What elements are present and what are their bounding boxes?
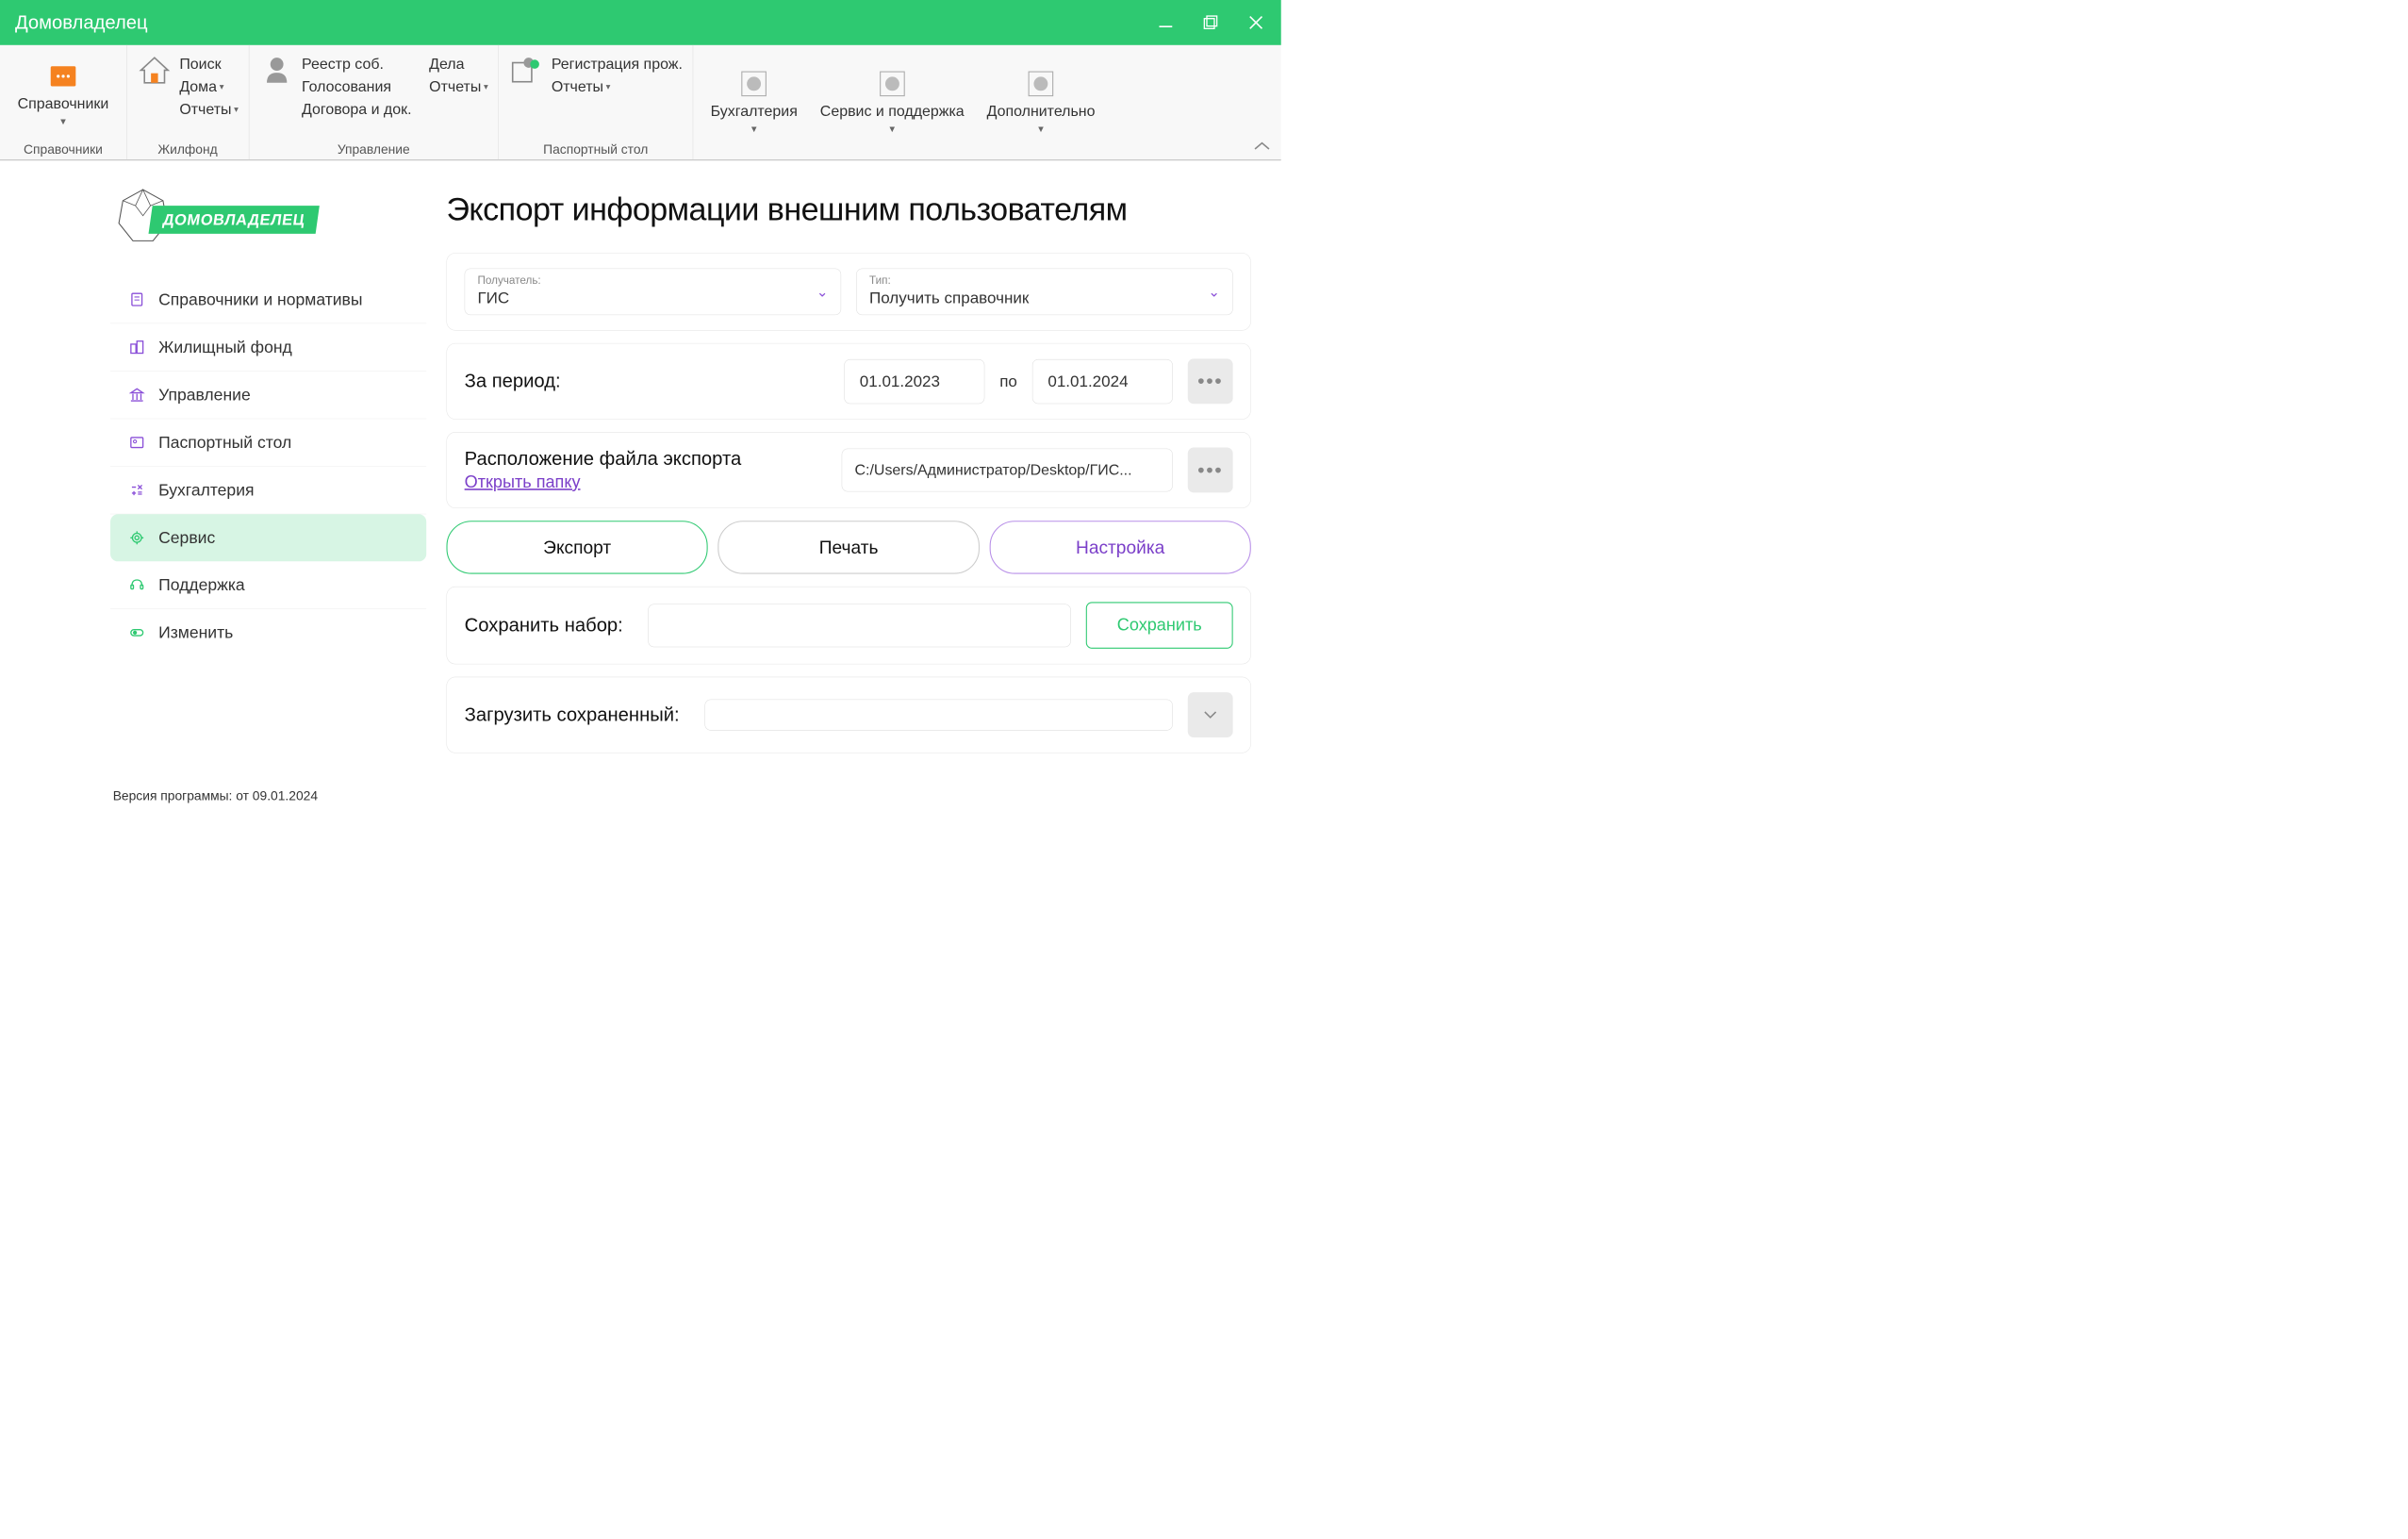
registration-link[interactable]: Регистрация прож.: [552, 54, 683, 74]
page-title: Экспорт информации внешним пользователям: [446, 190, 1250, 227]
maximize-button[interactable]: [1201, 12, 1221, 32]
sidebar-item-accounting[interactable]: Бухгалтерия: [110, 467, 426, 515]
location-more-button[interactable]: •••: [1188, 448, 1233, 493]
recipient-select[interactable]: Получатель: ГИС ⌄: [465, 269, 842, 315]
load-select-input[interactable]: [704, 700, 1173, 731]
sidebar-item-management[interactable]: Управление: [110, 372, 426, 420]
ribbon-group-extra: Бухгалтерия ▼ Сервис и поддержка ▼ Допол…: [693, 45, 1113, 159]
house-icon: [137, 56, 172, 86]
maximize-icon: [1202, 14, 1219, 31]
date-from-input[interactable]: [844, 359, 984, 404]
period-separator: по: [999, 372, 1017, 390]
save-card: Сохранить набор: Сохранить: [446, 587, 1250, 664]
load-card: Загрузить сохраненный:: [446, 677, 1250, 753]
buildings-icon: [128, 339, 146, 356]
chevron-up-icon: [1253, 140, 1271, 152]
registry-link[interactable]: Реестр соб.: [302, 54, 412, 74]
contracts-link[interactable]: Договора и док.: [302, 99, 412, 119]
placeholder-icon: [1023, 69, 1058, 99]
save-button[interactable]: Сохранить: [1086, 602, 1233, 648]
toggle-icon: [128, 623, 146, 641]
sidebar-item-housing[interactable]: Жилищный фонд: [110, 323, 426, 372]
id-card-icon: [128, 434, 146, 452]
sidebar-item-directories[interactable]: Справочники и нормативы: [110, 276, 426, 324]
sidebar-item-label: Паспортный стол: [158, 433, 291, 452]
passport-icon: [509, 56, 544, 86]
logo-text: ДОМОВЛАДЕЛЕЦ: [149, 206, 320, 234]
sidebar-item-label: Изменить: [158, 623, 233, 642]
titlebar: Домовладелец: [0, 0, 1281, 45]
person-icon: [259, 56, 294, 86]
sidebar-item-label: Бухгалтерия: [158, 481, 254, 500]
caret-icon: ▼: [58, 116, 67, 126]
reports-link-2[interactable]: Отчеты ▾: [429, 76, 488, 96]
minimize-icon: [1157, 14, 1174, 31]
action-row: Экспорт Печать Настройка: [446, 521, 1250, 573]
accounting-button[interactable]: Бухгалтерия ▼: [703, 50, 805, 153]
directories-button[interactable]: Справочники ▼: [10, 50, 117, 138]
placeholder-icon: [875, 69, 910, 99]
ribbon-collapse-button[interactable]: [1253, 140, 1271, 154]
sidebar-item-support[interactable]: Поддержка: [110, 561, 426, 609]
close-icon: [1247, 14, 1264, 31]
sidebar-item-passport[interactable]: Паспортный стол: [110, 419, 426, 467]
voting-link[interactable]: Голосования: [302, 76, 412, 96]
save-set-input[interactable]: [648, 604, 1070, 647]
ribbon-group-directories: Справочники ▼ Справочники: [0, 45, 126, 159]
app-title: Домовладелец: [15, 12, 148, 34]
period-label: За период:: [465, 371, 830, 392]
document-icon: [128, 290, 146, 308]
ribbon-group-housing: Поиск Дома ▾ Отчеты ▾ Жилфонд: [126, 45, 249, 159]
period-card: За период: по •••: [446, 343, 1250, 420]
load-label: Загрузить сохраненный:: [465, 704, 680, 726]
ribbon-group-passport: Регистрация прож. Отчеты ▾ Паспортный ст…: [499, 45, 693, 159]
settings-button[interactable]: Настройка: [989, 521, 1250, 573]
print-button[interactable]: Печать: [717, 521, 979, 573]
sidebar-item-service[interactable]: Сервис: [110, 514, 426, 561]
sidebar-item-label: Управление: [158, 386, 251, 405]
reports-link-3[interactable]: Отчеты ▾: [552, 76, 683, 96]
additional-button[interactable]: Дополнительно ▼: [980, 50, 1103, 153]
houses-link[interactable]: Дома ▾: [179, 76, 239, 96]
sidebar-item-edit[interactable]: Изменить: [110, 609, 426, 656]
window-controls: [1156, 12, 1266, 32]
ribbon: Справочники ▼ Справочники Поиск Дома ▾ О…: [0, 45, 1281, 160]
export-path-input[interactable]: C:/Users/Администратор/Desktop/ГИС...: [842, 449, 1173, 492]
gear-icon: [128, 529, 146, 547]
type-select[interactable]: Тип: Получить справочник ⌄: [856, 269, 1233, 315]
affairs-link[interactable]: Дела: [429, 54, 488, 74]
chevron-down-icon: ⌄: [816, 284, 828, 301]
location-title: Расположение файла экспорта: [465, 448, 827, 470]
placeholder-icon: [736, 69, 771, 99]
minimize-button[interactable]: [1156, 12, 1176, 32]
app-logo: ДОМОВЛАДЕЛЕЦ: [113, 186, 323, 251]
recipient-type-card: Получатель: ГИС ⌄ Тип: Получить справочн…: [446, 253, 1250, 330]
calculator-icon: [128, 481, 146, 499]
ribbon-group-management: Реестр соб. Голосования Договора и док. …: [249, 45, 499, 159]
search-link[interactable]: Поиск: [179, 54, 239, 74]
service-button[interactable]: Сервис и поддержка ▼: [813, 50, 972, 153]
headset-icon: [128, 576, 146, 594]
export-button[interactable]: Экспорт: [446, 521, 707, 573]
sidebar-item-label: Поддержка: [158, 575, 245, 594]
save-label: Сохранить набор:: [465, 615, 623, 637]
reports-link-1[interactable]: Отчеты ▾: [179, 99, 239, 119]
load-dropdown-button[interactable]: [1188, 692, 1233, 737]
location-card: Расположение файла экспорта Открыть папк…: [446, 432, 1250, 508]
directories-icon: [45, 61, 80, 91]
building-columns-icon: [128, 386, 146, 404]
sidebar-item-label: Жилищный фонд: [158, 338, 292, 356]
chevron-down-icon: [1203, 710, 1218, 720]
date-to-input[interactable]: [1032, 359, 1173, 404]
chevron-down-icon: ⌄: [1208, 284, 1219, 301]
open-folder-link[interactable]: Открыть папку: [465, 472, 581, 492]
sidebar: Справочники и нормативы Жилищный фонд Уп…: [110, 276, 426, 766]
content: Экспорт информации внешним пользователям…: [446, 186, 1250, 766]
sidebar-item-label: Сервис: [158, 528, 215, 547]
sidebar-item-label: Справочники и нормативы: [158, 290, 362, 308]
close-button[interactable]: [1245, 12, 1265, 32]
period-more-button[interactable]: •••: [1188, 358, 1233, 404]
version-label: Версия программы: от 09.01.2024: [113, 788, 318, 803]
